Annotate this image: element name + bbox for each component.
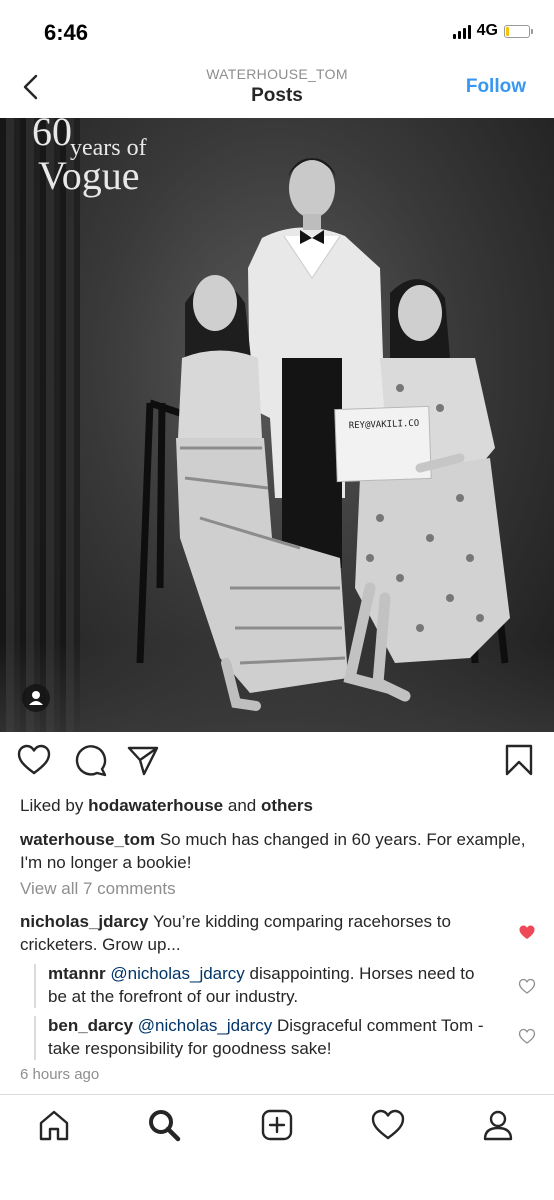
likes-and: and [227, 796, 257, 815]
reply-like-button[interactable] [518, 978, 536, 999]
person-icon [29, 691, 43, 705]
reply-like-button[interactable] [518, 1028, 536, 1049]
likes-prefix: Liked by [20, 796, 84, 815]
reply-username[interactable]: ben_darcy [48, 1016, 133, 1035]
reply-thread-line [34, 964, 36, 1008]
post-caption: waterhouse_tom So much has changed in 60… [20, 828, 530, 874]
cellular-signal-icon [452, 23, 471, 39]
heart-filled-icon [519, 925, 535, 939]
post-actions [0, 742, 554, 786]
tab-search[interactable] [146, 1107, 182, 1143]
heart-outline-icon [518, 978, 536, 994]
reply-item: mtannr @nicholas_jdarcy disappointing. H… [48, 962, 488, 1008]
comment-like-button[interactable] [518, 924, 536, 945]
heart-outline-icon [518, 1028, 536, 1044]
tab-new-post[interactable] [259, 1107, 295, 1143]
profile-icon [483, 1110, 513, 1141]
home-icon [39, 1110, 69, 1141]
tab-profile[interactable] [480, 1107, 516, 1143]
like-button[interactable] [16, 742, 52, 783]
likes-others[interactable]: others [261, 796, 313, 815]
reply-mention[interactable]: @nicholas_jdarcy [138, 1016, 272, 1035]
activity-heart-icon [371, 1109, 405, 1140]
bookmark-icon [505, 744, 533, 776]
battery-level [506, 26, 509, 36]
status-bar: 6:46 4G [0, 0, 554, 60]
tagged-users-button[interactable] [22, 684, 50, 712]
status-indicators: 4G [452, 22, 533, 40]
network-type: 4G [476, 22, 498, 39]
reply-username[interactable]: mtannr [48, 964, 106, 983]
likes-user[interactable]: hodawaterhouse [88, 796, 223, 815]
portrait-figures [136, 158, 510, 711]
share-icon [127, 746, 159, 776]
nav-header: WATERHOUSE_TOM Posts Follow [0, 60, 554, 118]
comment-username[interactable]: nicholas_jdarcy [20, 912, 149, 931]
reply-thread-line [34, 1016, 36, 1060]
reply-mention[interactable]: @nicholas_jdarcy [110, 964, 244, 983]
post-image[interactable]: 60 years of Vogue REY@VAKILI.CO [0, 118, 554, 732]
tab-home[interactable] [36, 1107, 72, 1143]
battery-icon [504, 24, 533, 38]
comment-button[interactable] [74, 742, 108, 783]
comment-item: nicholas_jdarcy You’re kidding comparing… [20, 910, 490, 956]
reply-item: ben_darcy @nicholas_jdarcy Disgraceful c… [48, 1014, 488, 1060]
likes-summary[interactable]: Liked by hodawaterhouse and others [20, 796, 313, 816]
search-icon [149, 1110, 181, 1142]
caption-username[interactable]: waterhouse_tom [20, 830, 155, 849]
tab-activity[interactable] [370, 1107, 406, 1143]
add-post-icon [261, 1109, 293, 1141]
share-button[interactable] [126, 742, 160, 783]
save-button[interactable] [504, 742, 534, 783]
status-time: 6:46 [44, 20, 89, 45]
bottom-tab-bar [0, 1094, 554, 1200]
heart-icon [17, 744, 51, 775]
comment-icon [75, 745, 107, 777]
post-timestamp: 6 hours ago [20, 1066, 100, 1083]
view-all-comments-link[interactable]: View all 7 comments [20, 879, 176, 899]
follow-button[interactable]: Follow [466, 76, 526, 98]
